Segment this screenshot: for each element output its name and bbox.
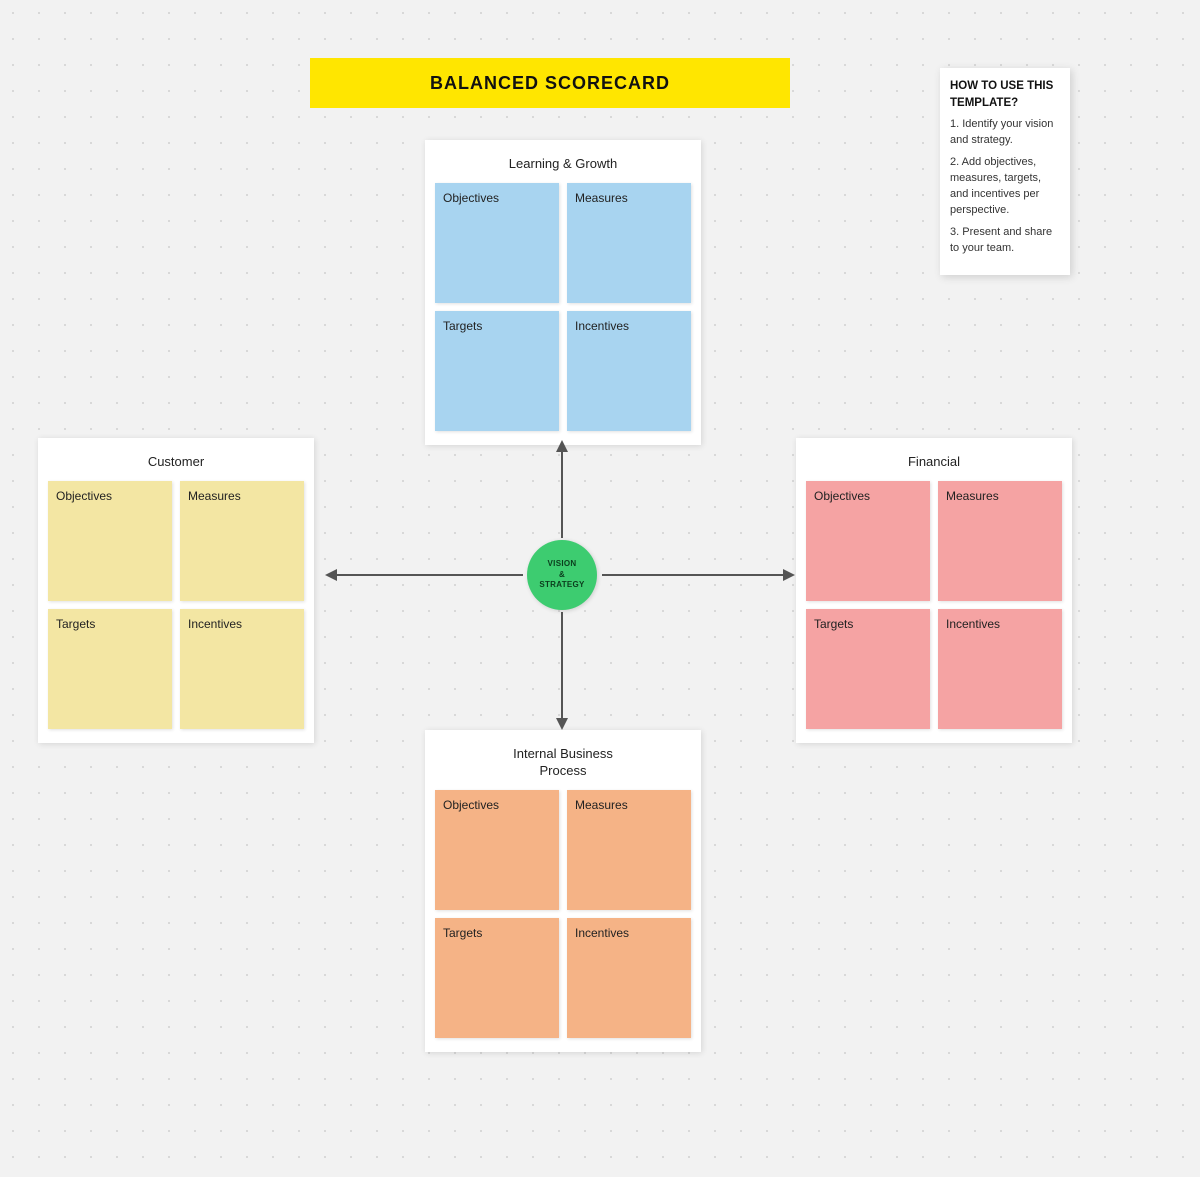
perspective-title: Financial <box>908 454 960 471</box>
sticky-measures[interactable]: Measures <box>567 790 691 910</box>
sticky-measures[interactable]: Measures <box>567 183 691 303</box>
perspective-learning-growth[interactable]: Learning & Growth Objectives Measures Ta… <box>425 140 701 445</box>
sticky-objectives[interactable]: Objectives <box>806 481 930 601</box>
sticky-targets[interactable]: Targets <box>806 609 930 729</box>
sticky-measures[interactable]: Measures <box>938 481 1062 601</box>
arrow-down-icon <box>551 610 573 730</box>
help-title: HOW TO USE THIS TEMPLATE? <box>950 78 1060 111</box>
help-card[interactable]: HOW TO USE THIS TEMPLATE? 1. Identify yo… <box>940 68 1070 275</box>
sticky-grid: Objectives Measures Targets Incentives <box>435 183 691 431</box>
perspective-title: Customer <box>148 454 204 471</box>
perspective-title: Learning & Growth <box>509 156 617 173</box>
help-step-2: 2. Add objectives, measures, targets, an… <box>950 155 1060 219</box>
sticky-grid: Objectives Measures Targets Incentives <box>806 481 1062 729</box>
help-step-1: 1. Identify your vision and strategy. <box>950 117 1060 149</box>
sticky-incentives[interactable]: Incentives <box>567 311 691 431</box>
sticky-objectives[interactable]: Objectives <box>48 481 172 601</box>
sticky-grid: Objectives Measures Targets Incentives <box>48 481 304 729</box>
title-text: BALANCED SCORECARD <box>430 73 670 94</box>
sticky-measures[interactable]: Measures <box>180 481 304 601</box>
title-banner[interactable]: BALANCED SCORECARD <box>310 58 790 108</box>
sticky-objectives[interactable]: Objectives <box>435 183 559 303</box>
sticky-incentives[interactable]: Incentives <box>938 609 1062 729</box>
arrow-left-icon <box>325 564 525 586</box>
perspective-title: Internal Business Process <box>493 746 633 780</box>
sticky-targets[interactable]: Targets <box>48 609 172 729</box>
sticky-targets[interactable]: Targets <box>435 311 559 431</box>
perspective-financial[interactable]: Financial Objectives Measures Targets In… <box>796 438 1072 743</box>
sticky-incentives[interactable]: Incentives <box>180 609 304 729</box>
center-line-2: & <box>559 570 565 580</box>
center-line-1: VISION <box>548 559 577 569</box>
perspective-internal-business-process[interactable]: Internal Business Process Objectives Mea… <box>425 730 701 1052</box>
sticky-targets[interactable]: Targets <box>435 918 559 1038</box>
sticky-objectives[interactable]: Objectives <box>435 790 559 910</box>
sticky-grid: Objectives Measures Targets Incentives <box>435 790 691 1038</box>
sticky-incentives[interactable]: Incentives <box>567 918 691 1038</box>
help-step-3: 3. Present and share to your team. <box>950 225 1060 257</box>
center-line-3: STRATEGY <box>539 580 584 590</box>
arrow-right-icon <box>600 564 795 586</box>
arrow-up-icon <box>551 440 573 540</box>
perspective-customer[interactable]: Customer Objectives Measures Targets Inc… <box>38 438 314 743</box>
center-vision-strategy[interactable]: VISION & STRATEGY <box>527 540 597 610</box>
